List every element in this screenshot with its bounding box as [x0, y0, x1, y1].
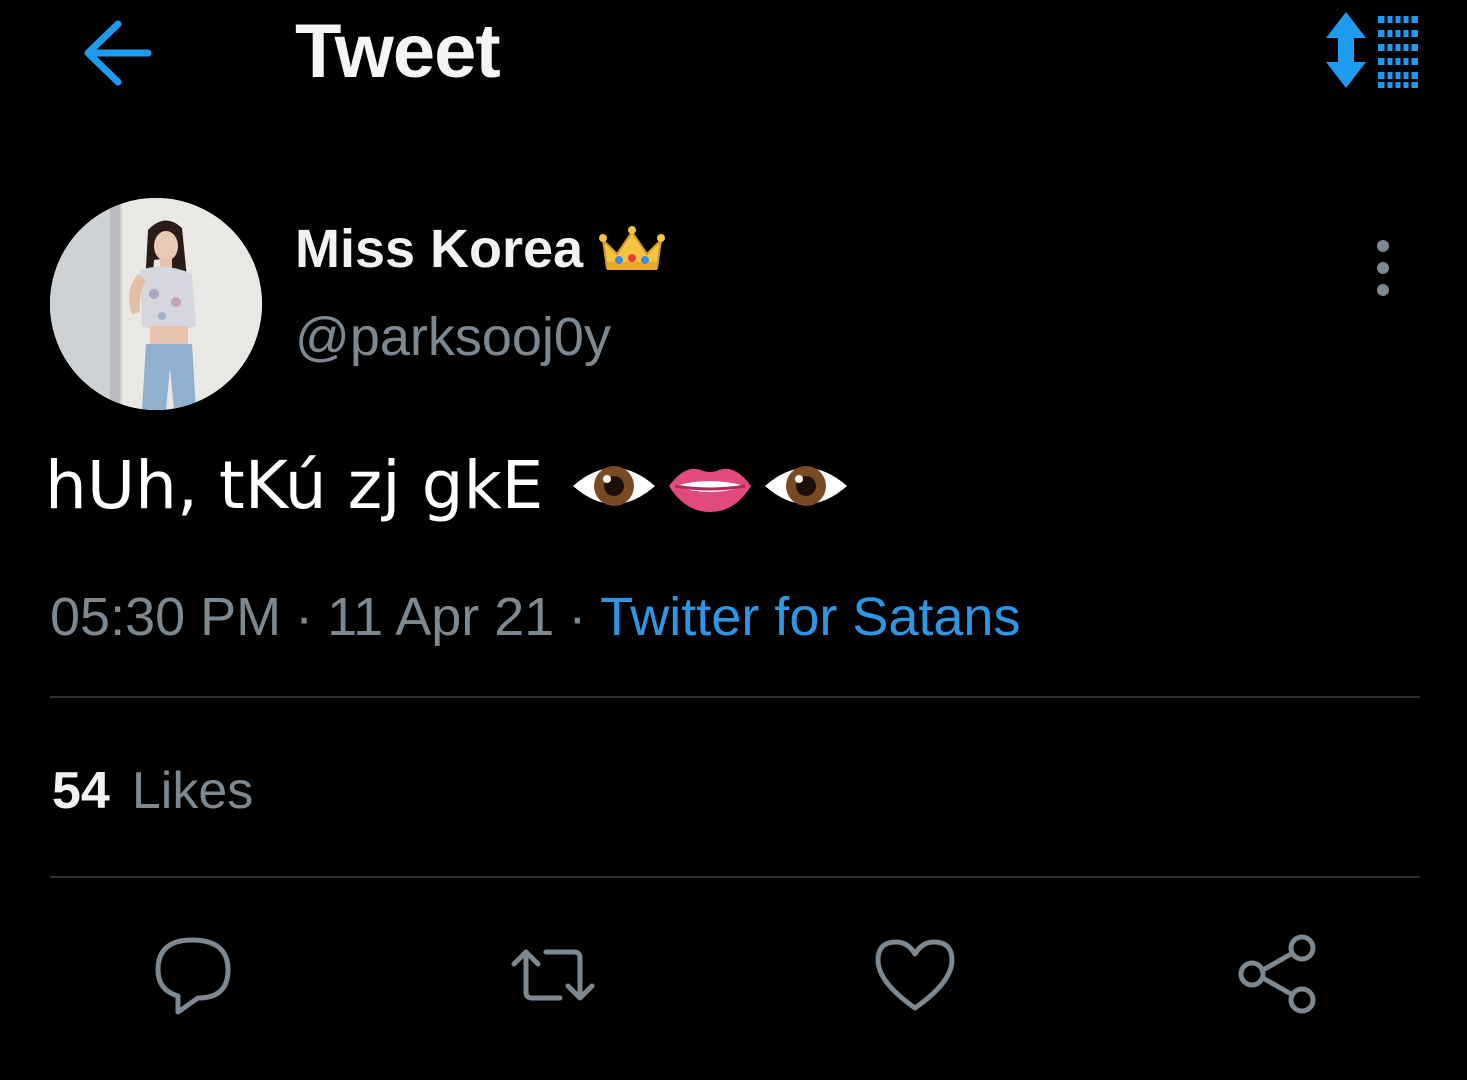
- more-options-button[interactable]: [1360, 238, 1406, 298]
- tweet-text-content: hUh, tKú zj gkE: [45, 447, 544, 524]
- eye-emoji: [765, 465, 848, 506]
- arrow-left-icon: [84, 20, 152, 86]
- crown-emoji: [599, 224, 666, 274]
- share-button[interactable]: [1232, 930, 1322, 1020]
- reply-icon: [155, 937, 231, 1015]
- more-vertical-icon: [1377, 240, 1389, 296]
- divider: [50, 696, 1420, 698]
- sort-button[interactable]: [1318, 10, 1426, 90]
- heart-icon: [875, 939, 955, 1011]
- tweet-text: hUh, tKú zj gkE: [45, 446, 849, 525]
- divider: [50, 876, 1420, 878]
- tweet-meta: 05:30 PM · 11 Apr 21 · Twitter for Satans: [50, 590, 1020, 644]
- sort-list-icon: [1326, 12, 1418, 88]
- author-handle[interactable]: @parksooj0y: [295, 310, 611, 364]
- tweet-source-link[interactable]: Twitter for Satans: [600, 587, 1020, 647]
- lips-emoji: [669, 468, 752, 512]
- tweet-date: 11 Apr 21: [327, 587, 555, 647]
- tweet-time: 05:30 PM: [50, 587, 282, 647]
- profile-photo: [50, 198, 262, 410]
- retweet-button[interactable]: [508, 930, 598, 1020]
- avatar[interactable]: [50, 198, 262, 410]
- author-display-name[interactable]: Miss Korea: [295, 222, 583, 276]
- eye-emoji: [573, 465, 656, 506]
- page-title: Tweet: [295, 9, 501, 94]
- share-icon: [1238, 934, 1316, 1014]
- back-button[interactable]: [78, 18, 154, 88]
- likes-label: Likes: [131, 762, 254, 820]
- likes-count: 54: [52, 762, 110, 820]
- meta-separator: ·: [295, 587, 314, 647]
- author-name-row[interactable]: Miss Korea: [295, 222, 666, 276]
- retweet-icon: [511, 949, 595, 1001]
- likes-summary[interactable]: 54 Likes: [52, 765, 253, 817]
- meta-separator: ·: [568, 587, 587, 647]
- reply-button[interactable]: [148, 930, 238, 1020]
- like-button[interactable]: [870, 930, 960, 1020]
- tweet-emojis: [571, 456, 849, 516]
